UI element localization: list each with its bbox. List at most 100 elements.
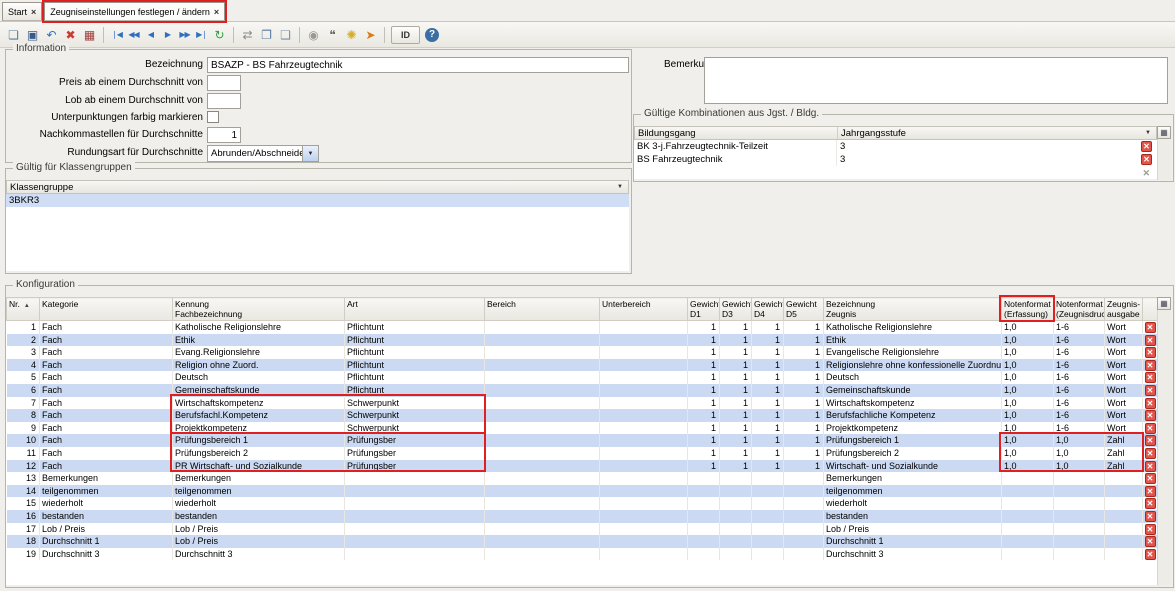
konfig-row[interactable]: 5FachDeutschPflichtunt1111Deutsch1,01-6W…: [7, 371, 1158, 384]
column-header-bezeichnung-zeugnis[interactable]: Bezeichnung Zeugnis: [824, 298, 1002, 321]
column-header-bildungsgang[interactable]: Bildungsgang: [635, 127, 838, 139]
konfig-row[interactable]: 4FachReligion ohne Zuord.Pflichtunt1111R…: [7, 359, 1158, 372]
nav-prev-page-button[interactable]: ◀◀: [125, 25, 142, 44]
konfig-row[interactable]: 6FachGemeinschaftskundePflichtunt1111Gem…: [7, 384, 1158, 397]
transfer-button[interactable]: ⇄: [238, 25, 257, 44]
lock-button[interactable]: ◉: [304, 25, 323, 44]
konfig-row[interactable]: 14teilgenommenteilgenommenteilgenommen✕: [7, 485, 1158, 498]
konfig-row[interactable]: 12FachPR Wirtschaft- und SozialkundePrüf…: [7, 460, 1158, 473]
hint-button[interactable]: ✺: [342, 25, 361, 44]
konfig-row[interactable]: 18Durchschnitt 1Lob / PreisDurchschnitt …: [7, 535, 1158, 548]
paste-button[interactable]: ❑: [276, 25, 295, 44]
delete-row-icon[interactable]: ✕: [1145, 486, 1156, 497]
konfig-row[interactable]: 3FachEvang.ReligionslehrePflichtunt1111E…: [7, 346, 1158, 359]
column-header-jahrgangsstufe[interactable]: Jahrgangsstufe ▼: [838, 127, 1156, 139]
rundungsart-label: Rundungsart für Durchschnitte: [6, 147, 203, 158]
konfig-row[interactable]: 13BemerkungenBemerkungenBemerkungen✕: [7, 472, 1158, 485]
lob-input[interactable]: [207, 93, 241, 109]
delete-record-button[interactable]: ✖: [61, 25, 80, 44]
close-icon[interactable]: ×: [214, 7, 219, 17]
column-header-kennung[interactable]: Kennung Fachbezeichnung: [173, 298, 345, 321]
delete-row-icon[interactable]: ✕: [1141, 154, 1152, 165]
delete-row-icon[interactable]: ✕: [1145, 347, 1156, 358]
tab-start[interactable]: Start ×: [2, 2, 42, 21]
undo-button[interactable]: ↶: [42, 25, 61, 44]
bezeichnung-input[interactable]: [207, 57, 629, 73]
column-header-gewicht-d1[interactable]: Gewicht D1: [688, 298, 720, 321]
column-header-zeugnisausgabe[interactable]: Zeugnis- ausgabe: [1105, 298, 1143, 321]
konfig-row[interactable]: 1FachKatholische ReligionslehrePflichtun…: [7, 321, 1158, 334]
comment-button[interactable]: ❝: [323, 25, 342, 44]
close-icon[interactable]: ×: [31, 7, 36, 17]
delete-row-icon[interactable]: ✕: [1145, 549, 1156, 560]
grid-edit-button[interactable]: ▦: [80, 25, 99, 44]
refresh-button[interactable]: ↻: [210, 25, 229, 44]
column-header-gewicht-d5[interactable]: Gewicht D5: [784, 298, 824, 321]
column-header-unterbereich[interactable]: Unterbereich: [600, 298, 688, 321]
delete-row-icon[interactable]: ✕: [1145, 385, 1156, 396]
konfig-row[interactable]: 9FachProjektkompetenzSchwerpunkt1111Proj…: [7, 422, 1158, 435]
delete-row-icon[interactable]: ✕: [1145, 524, 1156, 535]
rundungsart-select[interactable]: Abrunden/Abschneiden ▼: [207, 145, 319, 162]
grid-settings-button[interactable]: ▦: [1157, 126, 1171, 139]
id-button[interactable]: ID: [391, 26, 420, 44]
dropdown-icon[interactable]: ▼: [302, 146, 318, 161]
preis-input[interactable]: [207, 75, 241, 91]
scrollbar-track[interactable]: [1157, 297, 1171, 585]
konfig-row[interactable]: 16bestandenbestandenbestanden✕: [7, 510, 1158, 523]
konfig-row[interactable]: 17Lob / PreisLob / PreisLob / Preis✕: [7, 523, 1158, 536]
konfig-row[interactable]: 8FachBerufsfachl.KompetenzSchwerpunkt111…: [7, 409, 1158, 422]
unterpunktungen-checkbox[interactable]: [207, 111, 219, 123]
delete-row-icon[interactable]: ✕: [1145, 536, 1156, 547]
dropdown-icon[interactable]: ▼: [615, 184, 625, 190]
delete-row-icon[interactable]: ✕: [1145, 498, 1156, 509]
konfig-row[interactable]: 11FachPrüfungsbereich 2Prüfungsber1111Pr…: [7, 447, 1158, 460]
konfig-row[interactable]: 10FachPrüfungsbereich 1Prüfungsber1111Pr…: [7, 434, 1158, 447]
delete-row-icon[interactable]: ✕: [1145, 335, 1156, 346]
save-button[interactable]: ▣: [23, 25, 42, 44]
column-header-nr[interactable]: Nr.▲: [7, 298, 40, 321]
tab-zeugniseinstellungen[interactable]: Zeugniseinstellungen festlegen / ändern …: [44, 2, 225, 21]
column-header-klassengruppe[interactable]: Klassengruppe ▼: [7, 181, 628, 193]
kombination-row[interactable]: BK 3-j.Fahrzeugtechnik-Teilzeit3✕: [634, 140, 1157, 153]
column-header-art[interactable]: Art: [345, 298, 485, 321]
konfig-row[interactable]: 7FachWirtschaftskompetenzSchwerpunkt1111…: [7, 397, 1158, 410]
delete-row-icon[interactable]: ✕: [1141, 141, 1152, 152]
delete-row-icon[interactable]: ✕: [1145, 473, 1156, 484]
delete-row-icon[interactable]: ✕: [1145, 360, 1156, 371]
delete-row-icon[interactable]: ✕: [1145, 423, 1156, 434]
column-header-kategorie[interactable]: Kategorie: [40, 298, 173, 321]
nav-last-button[interactable]: ▶❘: [193, 25, 210, 44]
column-header-notenformat-zeugnisdruck[interactable]: Notenformat (Zeugnisdruck): [1054, 298, 1105, 321]
announce-button[interactable]: ➤: [361, 25, 380, 44]
delete-row-icon[interactable]: ✕: [1145, 322, 1156, 333]
nav-first-button[interactable]: ❘◀: [108, 25, 125, 44]
delete-row-icon[interactable]: ✕: [1145, 398, 1156, 409]
delete-row-icon[interactable]: ✕: [1145, 461, 1156, 472]
klassengruppe-row[interactable]: 3BKR3: [6, 194, 629, 207]
delete-row-icon[interactable]: ✕: [1145, 511, 1156, 522]
column-header-bereich[interactable]: Bereich: [485, 298, 600, 321]
bemerkung-textarea[interactable]: [704, 57, 1168, 104]
konfig-row[interactable]: 2FachEthikPflichtunt1111Ethik1,01-6Wort✕: [7, 334, 1158, 347]
new-record-button[interactable]: ❏: [4, 25, 23, 44]
nav-next-page-button[interactable]: ▶▶: [176, 25, 193, 44]
column-header-gewicht-d3[interactable]: Gewicht D3: [720, 298, 752, 321]
grid-settings-button[interactable]: ▦: [1157, 297, 1171, 310]
column-header-notenformat-erfassung[interactable]: Notenformat (Erfassung): [1002, 298, 1054, 321]
dropdown-icon[interactable]: ▼: [1143, 130, 1153, 136]
help-button[interactable]: ?: [425, 28, 439, 42]
kombination-row[interactable]: BS Fahrzeugtechnik3✕: [634, 153, 1157, 166]
delete-row-icon[interactable]: ✕: [1145, 435, 1156, 446]
konfig-row[interactable]: 15wiederholtwiederholtwiederholt✕: [7, 497, 1158, 510]
konfig-row[interactable]: 19Durchschnitt 3Durchschnitt 3Durchschni…: [7, 548, 1158, 561]
nav-next-button[interactable]: ▶: [159, 25, 176, 44]
nachkommastellen-input[interactable]: [207, 127, 241, 143]
column-header-gewicht-d4[interactable]: Gewicht D4: [752, 298, 784, 321]
copy-button[interactable]: ❐: [257, 25, 276, 44]
delete-row-icon[interactable]: ✕: [1145, 448, 1156, 459]
nav-prev-button[interactable]: ◀: [142, 25, 159, 44]
delete-row-icon[interactable]: ✕: [1145, 372, 1156, 383]
delete-row-icon[interactable]: ✕: [1145, 410, 1156, 421]
scrollbar-track[interactable]: [1157, 139, 1171, 180]
